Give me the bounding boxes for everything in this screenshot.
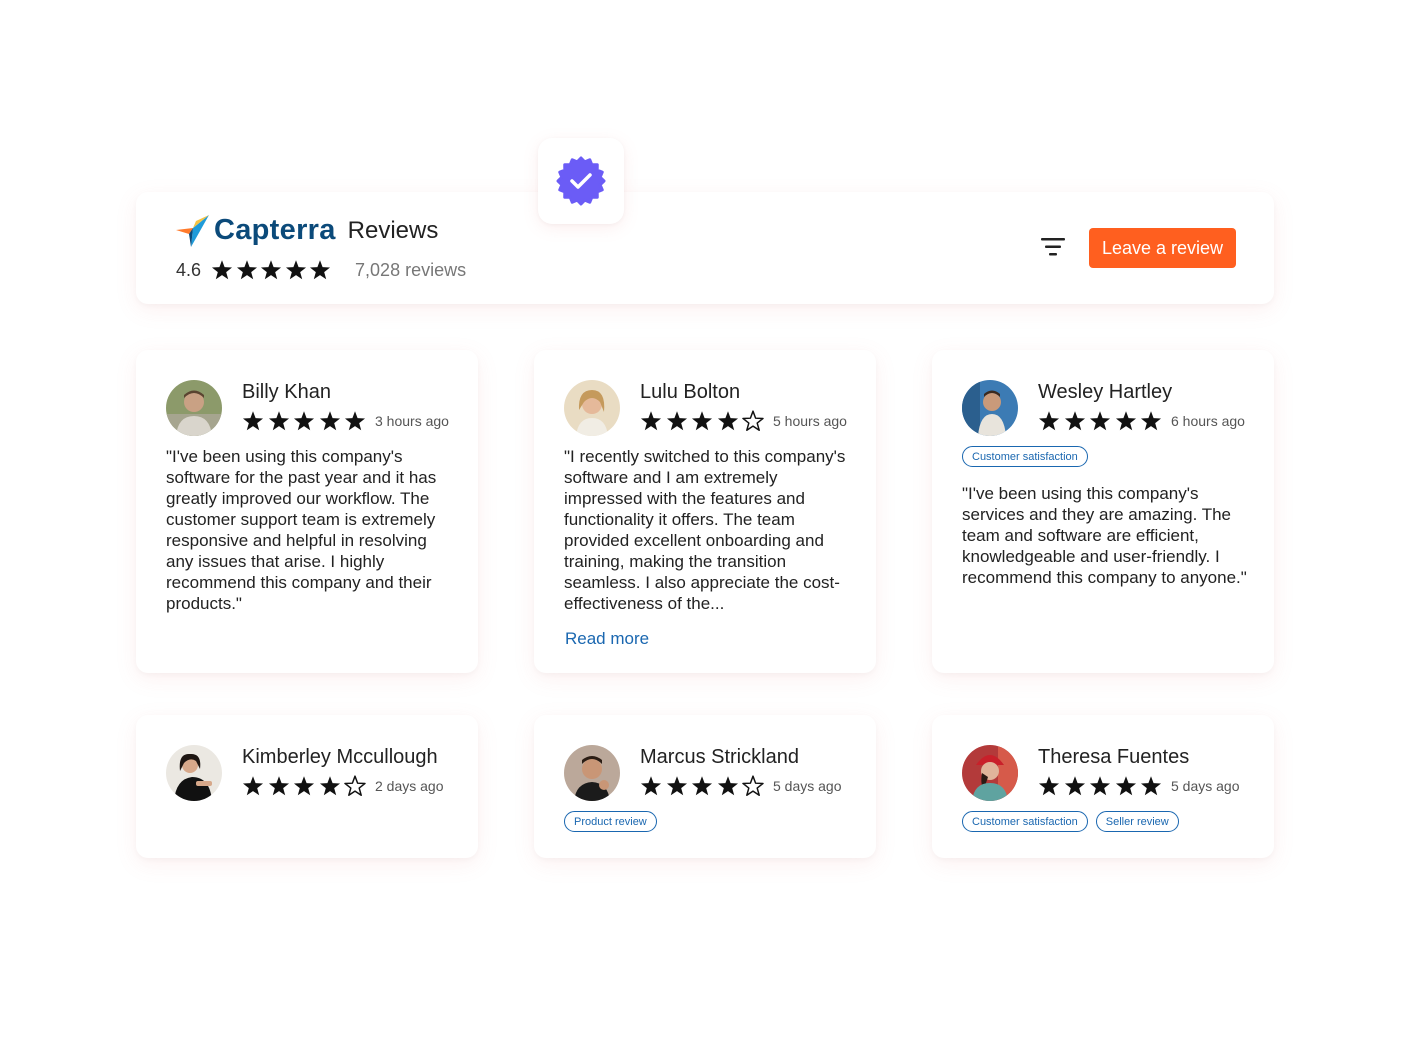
leave-review-button[interactable]: Leave a review <box>1089 228 1236 268</box>
review-time: 5 days ago <box>1171 778 1240 794</box>
review-rating: 5 days ago <box>1038 775 1240 797</box>
review-time: 6 hours ago <box>1171 413 1245 429</box>
review-time: 3 hours ago <box>375 413 449 429</box>
rating-value: 4.6 <box>176 259 202 280</box>
review-rating: 2 days ago <box>242 775 444 797</box>
review-time: 5 hours ago <box>773 413 847 429</box>
review-text: "I've been using this company's services… <box>962 484 1247 587</box>
capterra-logo-icon <box>176 214 209 247</box>
tag-seller-review[interactable]: Seller review <box>1095 811 1179 832</box>
brand-name: Capterra <box>214 214 336 246</box>
star-filled-icon <box>717 411 738 431</box>
star-filled-icon <box>1038 776 1060 796</box>
reviewer-name: Lulu Bolton <box>640 381 741 403</box>
star-filled-icon <box>344 411 366 431</box>
review-count[interactable]: 7,028 reviews <box>355 260 466 281</box>
reviewer-name: Billy Khan <box>242 381 331 403</box>
filter-button[interactable] <box>1038 232 1068 262</box>
star-filled-icon <box>1140 776 1162 796</box>
star-outline-icon <box>344 775 366 796</box>
avatar <box>564 745 620 801</box>
review-time: 5 days ago <box>773 778 842 794</box>
avatar <box>962 380 1018 436</box>
review-stars <box>640 410 764 432</box>
reviews-header: Capterra Reviews 4.6 7,028 reviews Leave… <box>136 192 1274 304</box>
star-filled-icon <box>261 260 282 280</box>
star-filled-icon <box>717 776 738 796</box>
brand-suffix: Reviews <box>347 216 439 244</box>
review-tags: Customer satisfaction Seller review <box>962 811 1179 832</box>
star-filled-icon <box>691 411 713 431</box>
star-filled-icon <box>293 411 315 431</box>
review-rating: 3 hours ago <box>242 410 449 432</box>
reviewer-name: Marcus Strickland <box>640 746 799 768</box>
star-outline-icon <box>742 410 764 431</box>
star-filled-icon <box>1064 776 1085 796</box>
star-filled-icon <box>1140 411 1162 431</box>
star-filled-icon <box>319 776 340 796</box>
review-card: Marcus Strickland 5 days ago Product rev… <box>534 715 876 858</box>
star-filled-icon <box>293 776 315 796</box>
avatar <box>166 745 222 801</box>
star-filled-icon <box>268 776 289 796</box>
star-filled-icon <box>1089 776 1111 796</box>
star-filled-icon <box>666 411 687 431</box>
filter-icon <box>1041 238 1065 256</box>
capterra-logo[interactable]: Capterra Reviews <box>176 214 438 247</box>
star-filled-icon <box>242 411 264 431</box>
avatar <box>564 380 620 436</box>
star-filled-icon <box>1115 411 1136 431</box>
avatar <box>166 380 222 436</box>
star-filled-icon <box>1115 776 1136 796</box>
reviewer-name: Wesley Hartley <box>1038 381 1173 403</box>
reviewer-name: Theresa Fuentes <box>1038 746 1190 768</box>
star-filled-icon <box>268 411 289 431</box>
star-filled-icon <box>310 260 331 280</box>
review-card: Wesley Hartley 6 hours ago Customer sati… <box>932 350 1274 673</box>
star-filled-icon <box>691 776 713 796</box>
avatar <box>962 745 1018 801</box>
verified-badge <box>538 138 624 224</box>
star-filled-icon <box>1064 411 1085 431</box>
review-stars <box>1038 410 1162 432</box>
review-stars <box>242 775 366 797</box>
review-time: 2 days ago <box>375 778 444 794</box>
review-card: Kimberley Mccullough 2 days ago <box>136 715 478 858</box>
star-filled-icon <box>1038 411 1060 431</box>
star-filled-icon <box>666 776 687 796</box>
review-card: Billy Khan 3 hours ago "I've been using … <box>136 350 478 673</box>
star-filled-icon <box>236 260 257 280</box>
reviewer-name: Kimberley Mccullough <box>242 746 438 768</box>
star-filled-icon <box>242 776 264 796</box>
tag-customer-satisfaction[interactable]: Customer satisfaction <box>962 811 1088 832</box>
review-rating: 5 days ago <box>640 775 842 797</box>
star-filled-icon <box>640 411 662 431</box>
review-rating: 5 hours ago <box>640 410 847 432</box>
review-card: Lulu Bolton 5 hours ago "I recently swit… <box>534 350 876 673</box>
overall-rating: 4.6 7,028 reviews <box>176 259 466 281</box>
verified-badge-icon <box>556 156 606 206</box>
star-filled-icon <box>212 260 233 280</box>
overall-stars <box>211 259 331 281</box>
star-outline-icon <box>742 775 764 796</box>
review-text: "I've been using this company's software… <box>166 447 437 613</box>
review-tags: Customer satisfaction <box>962 446 1088 467</box>
review-stars <box>640 775 764 797</box>
review-tags: Product review <box>564 811 657 832</box>
read-more-link[interactable]: Read more <box>565 629 649 649</box>
tag-product-review[interactable]: Product review <box>564 811 657 832</box>
review-rating: 6 hours ago <box>1038 410 1245 432</box>
review-stars <box>242 410 366 432</box>
star-filled-icon <box>319 411 340 431</box>
review-card: Theresa Fuentes 5 days ago Customer sati… <box>932 715 1274 858</box>
star-filled-icon <box>1089 411 1111 431</box>
review-stars <box>1038 775 1162 797</box>
star-filled-icon <box>285 260 306 280</box>
tag-customer-satisfaction[interactable]: Customer satisfaction <box>962 446 1088 467</box>
star-filled-icon <box>640 776 662 796</box>
review-text: "I recently switched to this company's s… <box>564 447 846 613</box>
